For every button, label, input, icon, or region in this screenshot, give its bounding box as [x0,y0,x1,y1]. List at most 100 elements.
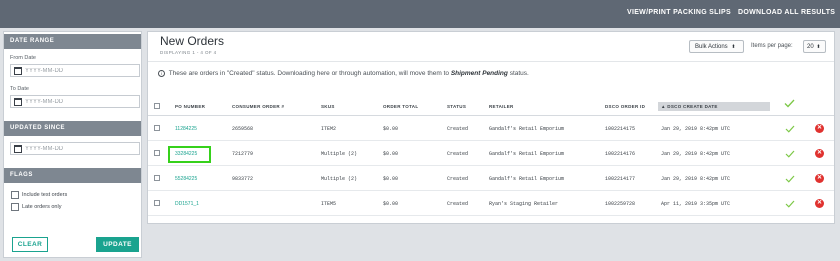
bulk-actions-dropdown[interactable]: Bulk Actions ⬍ [689,40,744,53]
delete-icon[interactable]: ✕ [815,199,824,208]
po-number-link[interactable]: 33284225 [175,151,197,157]
row-checkbox[interactable] [154,150,160,156]
row-checkbox[interactable] [154,175,160,181]
skus-cell: ITEM2 [321,126,337,132]
delete-icon[interactable]: ✕ [815,174,824,183]
dropdown-chevron-icon: ⬍ [731,44,736,50]
consumer-order-cell: 9833772 [232,176,254,182]
include-test-orders-option[interactable]: Include test orders [11,191,67,200]
flags-heading: FLAGS [4,168,141,183]
column-dsco-create-date[interactable]: ▲ DSCO CREATE DATE [658,102,770,111]
order-total-cell: $0.00 [383,201,399,207]
clear-button[interactable]: CLEAR [12,237,48,252]
order-total-cell: $0.00 [383,176,399,182]
column-retailer[interactable]: RETAILER [489,104,514,109]
retailer-cell: Gandalf's Retail Emporium [489,176,565,182]
order-total-cell: $0.00 [383,151,399,157]
info-text: These are orders in "Created" status. Do… [168,70,449,78]
check-icon[interactable] [785,150,795,158]
consumer-order-cell: 7212779 [232,151,254,157]
items-per-page-value: 20 [807,44,814,50]
column-consumer-order[interactable]: CONSUMER ORDER # [232,104,284,109]
from-date-input[interactable] [25,66,135,76]
row-checkbox[interactable] [154,125,160,131]
view-packing-slips-link[interactable]: VIEW/PRINT PACKING SLIPS [627,9,731,16]
table-row: 11284225 2659568 ITEM2 $0.00 Created Gan… [148,117,834,141]
calendar-icon [14,98,22,106]
download-all-results-link[interactable]: DOWNLOAD ALL RESULTS [738,9,835,16]
late-orders-only-label: Late orders only [22,204,62,210]
skus-cell: Multiple (2) [321,151,358,157]
delete-icon[interactable]: ✕ [815,124,824,133]
include-test-orders-label: Include test orders [22,192,68,198]
status-cell: Created [447,126,469,132]
create-date-cell: Apr 11, 2019 3:35pm UTC [661,201,731,207]
to-date-field[interactable] [10,95,140,108]
order-total-cell: $0.00 [383,126,399,132]
column-skus[interactable]: SKUS [321,104,335,109]
date-range-heading: DATE RANGE [4,34,141,49]
info-suffix: status. [509,70,529,78]
po-number-link[interactable]: 55284225 [175,176,197,182]
dsco-order-id-cell: 1002214176 [605,151,636,157]
select-all-checkbox[interactable] [154,103,160,109]
info-status: Shipment Pending [450,70,508,78]
create-date-cell: Jan 29, 2019 8:42pm UTC [661,151,731,157]
po-number-link[interactable]: 11284225 [175,126,197,132]
top-bar: VIEW/PRINT PACKING SLIPS DOWNLOAD ALL RE… [0,0,840,28]
column-order-total[interactable]: ORDER TOTAL [383,104,418,109]
check-icon[interactable] [785,200,795,208]
create-date-cell: Jan 29, 2019 8:42pm UTC [661,126,731,132]
to-date-label: To Date [10,86,29,92]
dsco-order-id-cell: 1002214175 [605,126,636,132]
filter-sidebar: DATE RANGE From Date To Date UPDATED SIN… [3,31,142,258]
items-per-page-label: Items per page: [751,43,793,49]
retailer-cell: Ryan's Staging Retailer [489,201,559,207]
column-dsco-order-id[interactable]: DSCO ORDER ID [605,104,645,109]
retailer-cell: Gandalf's Retail Emporium [489,151,565,157]
create-date-cell: Jan 29, 2019 8:42pm UTC [661,176,731,182]
update-button[interactable]: UPDATE [96,237,139,252]
header-divider [148,61,834,62]
check-icon[interactable] [785,175,795,183]
table-row: DD1571_1 ITEM5 $0.00 Created Ryan's Stag… [148,192,834,216]
calendar-icon [14,67,22,75]
info-icon: i [158,70,165,77]
table-row: 33284225 7212779 Multiple (2) $0.00 Crea… [148,142,834,166]
page-title: New Orders [160,34,225,48]
late-orders-only-option[interactable]: Late orders only [11,203,61,212]
items-per-page-select[interactable]: 20 ⬍ [803,40,826,53]
column-po-number[interactable]: PO NUMBER [175,104,205,109]
column-status[interactable]: STATUS [447,104,466,109]
from-date-field[interactable] [10,64,140,77]
dsco-order-id-cell: 1002259728 [605,201,636,207]
status-cell: Created [447,176,469,182]
skus-cell: ITEM5 [321,201,337,207]
check-icon[interactable] [785,125,795,133]
delete-icon[interactable]: ✕ [815,149,824,158]
status-cell: Created [447,201,469,207]
bulk-actions-label: Bulk Actions [695,44,728,50]
orders-panel: New Orders DISPLAYING 1 - 4 OF 4 Bulk Ac… [147,31,835,224]
table-header: PO NUMBER CONSUMER ORDER # SKUS ORDER TO… [148,98,834,116]
check-icon[interactable] [784,99,795,108]
from-date-label: From Date [10,55,36,61]
consumer-order-cell: 2659568 [232,126,254,132]
status-cell: Created [447,151,469,157]
to-date-input[interactable] [25,97,135,107]
dsco-order-id-cell: 1002214177 [605,176,636,182]
po-number-link[interactable]: DD1571_1 [175,201,199,207]
retailer-cell: Gandalf's Retail Emporium [489,126,565,132]
calendar-icon [14,145,22,153]
updated-since-heading: UPDATED SINCE [4,121,141,136]
updated-since-field[interactable] [10,142,140,155]
updated-since-input[interactable] [25,144,135,154]
late-orders-only-checkbox[interactable] [11,203,19,211]
skus-cell: Multiple (2) [321,176,358,182]
result-count: DISPLAYING 1 - 4 OF 4 [160,50,217,55]
row-checkbox[interactable] [154,200,160,206]
table-row: 55284225 9833772 Multiple (2) $0.00 Crea… [148,167,834,191]
include-test-orders-checkbox[interactable] [11,191,19,199]
dropdown-chevron-icon: ⬍ [816,44,821,50]
status-info-message: i These are orders in "Created" status. … [158,70,529,77]
